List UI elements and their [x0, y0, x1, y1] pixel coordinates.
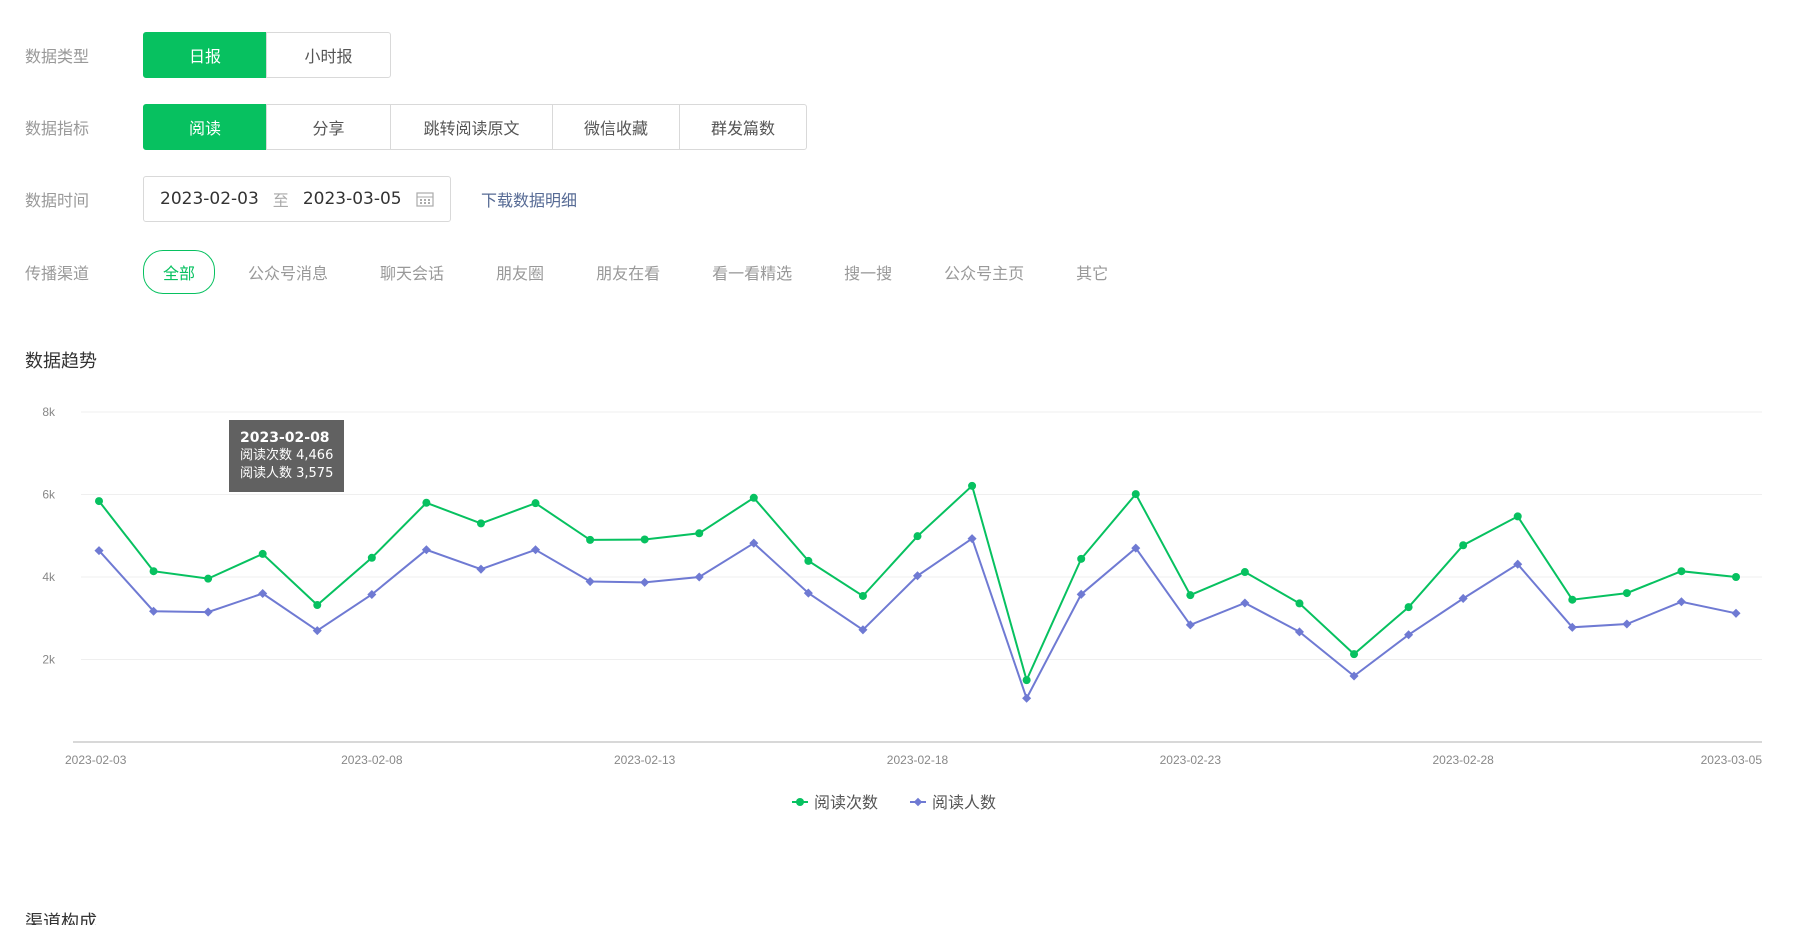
- x-tick-label-1: 2023-02-08: [341, 753, 403, 767]
- series-0-point-26: [1513, 512, 1522, 521]
- series-1-point-29: [1676, 597, 1686, 607]
- page: 数据类型 日报 小时报 数据指标 阅读 分享 跳转阅读原文 微信收藏 群发篇数 …: [0, 0, 1797, 925]
- series-0-point-14: [858, 591, 867, 600]
- y-tick-label-1: 4k: [42, 570, 56, 584]
- series-1-point-7: [476, 564, 486, 574]
- x-tick-label-5: 2023-02-28: [1432, 753, 1494, 767]
- series-0-point-0: [95, 497, 103, 506]
- series-1-point-17: [1022, 693, 1032, 703]
- series-1-point-10: [640, 577, 650, 587]
- series-0-point-30: [1732, 573, 1740, 581]
- series-0-point-18: [1077, 554, 1086, 563]
- trend-line-chart[interactable]: 2k 4k 6k 8k 2023-02-03 2023-02-08 2023-02-13 20…: [0, 0, 1797, 830]
- x-tick-label-0: 2023-02-03: [65, 753, 127, 767]
- series-0-point-9: [586, 535, 595, 544]
- x-tick-label-2: 2023-02-13: [614, 753, 676, 767]
- series-0-point-7: [476, 519, 485, 528]
- series-0-point-5: [367, 553, 376, 562]
- series-0-point-15: [913, 532, 922, 541]
- series-0-point-1: [149, 567, 158, 576]
- series-0-point-17: [1022, 676, 1031, 685]
- series-0-point-6: [422, 498, 431, 507]
- series-1-point-21: [1240, 598, 1250, 608]
- series-0-point-12: [749, 493, 758, 502]
- tooltip-date: 2023-02-08: [240, 430, 330, 446]
- legend-marker-1: [913, 797, 923, 807]
- series-0-point-21: [1240, 568, 1249, 577]
- series-1-point-9: [585, 577, 595, 587]
- series-1-point-11: [694, 572, 704, 582]
- tooltip-line-1: 阅读次数 4,466: [240, 448, 334, 463]
- series-1-point-8: [531, 545, 541, 555]
- x-tick-label-6: 2023-03-05: [1701, 753, 1763, 767]
- series-0-point-22: [1295, 599, 1304, 608]
- x-tick-label-4: 2023-02-23: [1160, 753, 1222, 767]
- series-0-point-27: [1568, 595, 1577, 604]
- y-tick-label-3: 8k: [42, 405, 56, 419]
- series-0-point-23: [1350, 650, 1359, 659]
- tooltip-line-2: 阅读人数 3,575: [240, 466, 334, 481]
- series-0-point-4: [313, 601, 322, 610]
- chart-tooltip: 2023-02-08 阅读次数 4,466 阅读人数 3,575: [229, 420, 345, 492]
- series-1-point-2: [203, 607, 213, 617]
- series-0-point-20: [1186, 591, 1195, 600]
- series-0-point-3: [258, 549, 267, 558]
- series-0-point-10: [640, 535, 649, 544]
- y-tick-label-2: 6k: [42, 488, 56, 502]
- series-0-point-11: [695, 529, 704, 538]
- series-0-point-24: [1404, 603, 1413, 612]
- legend-label-1: 阅读人数: [932, 793, 996, 812]
- series-0-point-13: [804, 556, 813, 565]
- series-0-point-25: [1459, 541, 1468, 550]
- x-tick-label-3: 2023-02-18: [887, 753, 949, 767]
- series-0-point-28: [1622, 589, 1631, 598]
- legend-label-0: 阅读次数: [814, 793, 878, 812]
- series-0-point-19: [1131, 490, 1140, 499]
- legend-marker-0: [796, 798, 804, 806]
- series-line-1: [98, 537, 1737, 701]
- series-1-point-28: [1622, 619, 1632, 629]
- composition-section-title: 渠道构成: [25, 912, 97, 925]
- series-0-point-16: [968, 481, 977, 490]
- y-tick-label-0: 2k: [42, 653, 56, 667]
- series-0-point-29: [1677, 567, 1686, 576]
- series-0-point-2: [204, 574, 213, 583]
- series-0-point-8: [531, 499, 540, 508]
- series-1-point-30: [1731, 608, 1741, 618]
- series-line-0: [98, 483, 1737, 684]
